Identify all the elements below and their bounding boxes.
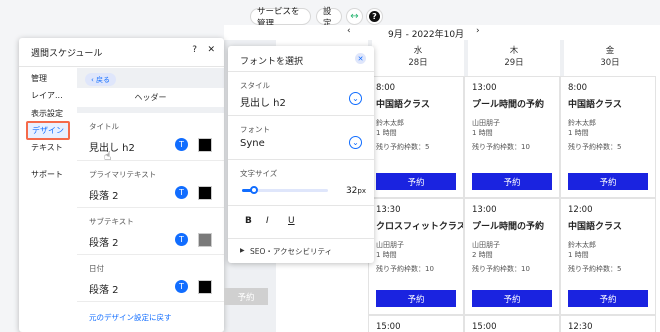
chevron-down-icon[interactable]: ⌄ bbox=[349, 136, 362, 149]
title-font-row[interactable]: タイトル 見出し h2 T ☝ bbox=[77, 113, 224, 163]
color-swatch[interactable] bbox=[198, 186, 212, 200]
design-settings: ‹ 戻る ヘッダー タイトル 見出し h2 T ☝ プライマリテキスト 段落 2… bbox=[77, 68, 224, 332]
style-select[interactable]: 見出し h2 bbox=[240, 94, 286, 109]
font-picker-panel: フォントを選択 ✕ スタイル 見出し h2 ⌄ フォント Syne ⌄ 文字サイ… bbox=[228, 46, 374, 263]
panel-title: 週間スケジュール bbox=[31, 49, 103, 59]
slider-handle[interactable] bbox=[250, 186, 259, 194]
event-card[interactable]: 15:00 bbox=[368, 315, 464, 332]
date-text-row[interactable]: 日付 段落 2 T bbox=[77, 254, 224, 301]
book-button[interactable]: 予約 bbox=[568, 290, 648, 307]
underline-button[interactable]: U bbox=[288, 216, 295, 226]
event-card[interactable]: 12:00 中国語クラス 鈴木太郎 1 時間 残り予約枠数：5 予約 bbox=[560, 198, 656, 315]
close-icon[interactable]: ✕ bbox=[355, 53, 366, 64]
prev-week-icon[interactable]: ‹ bbox=[347, 26, 351, 36]
weekly-schedule-settings-panel: 週間スケジュール ? ✕ 管理 レイア... 表示設定 デザイン テキスト サポ… bbox=[19, 38, 224, 332]
event-card[interactable]: 12:30 bbox=[560, 315, 656, 332]
event-card[interactable]: 8:00 中国語クラス 鈴木太郎 1 時間 残り予約枠数：5 予約 bbox=[560, 76, 656, 198]
day-header-thu: 木 29日 bbox=[504, 46, 524, 68]
nav-item-design[interactable]: デザイン bbox=[26, 121, 70, 140]
restore-defaults-link[interactable]: 元のデザイン設定に戻す bbox=[89, 312, 172, 323]
text-style-icon[interactable]: T bbox=[175, 233, 188, 246]
section-header: ヘッダー bbox=[77, 88, 224, 107]
book-button[interactable]: 予約 bbox=[568, 173, 648, 190]
day-header-fri: 金 30日 bbox=[600, 46, 620, 68]
month-label: 9月 - 2022年10月 bbox=[388, 30, 465, 40]
chevron-down-icon[interactable]: ⌄ bbox=[349, 92, 362, 105]
text-style-icon[interactable]: T bbox=[175, 280, 188, 293]
book-button[interactable]: 予約 bbox=[376, 290, 456, 307]
book-button-ghost: 予約 bbox=[224, 288, 268, 305]
italic-button[interactable]: I bbox=[266, 216, 269, 226]
sub-text-row[interactable]: サブテキスト 段落 2 T bbox=[77, 207, 224, 254]
color-swatch[interactable] bbox=[198, 280, 212, 294]
month-nav: ‹ 9月 - 2022年10月 › bbox=[224, 26, 660, 40]
nav-item-manage[interactable]: 管理 bbox=[31, 73, 47, 84]
font-picker-title: フォントを選択 bbox=[240, 57, 304, 67]
back-button[interactable]: ‹ 戻る bbox=[85, 73, 117, 86]
nav-item-display[interactable]: 表示設定 bbox=[31, 108, 63, 119]
help-icon: ? bbox=[369, 11, 380, 22]
event-card[interactable]: 8:00 中国語クラス 鈴木太郎 1 時間 残り予約枠数：5 予約 bbox=[368, 76, 464, 198]
book-button[interactable]: 予約 bbox=[472, 290, 552, 307]
help-button[interactable]: ? bbox=[366, 8, 383, 25]
font-select[interactable]: Syne bbox=[240, 138, 265, 149]
settings-button[interactable]: 設定 bbox=[316, 7, 342, 29]
color-swatch[interactable] bbox=[198, 233, 212, 247]
book-button[interactable]: 予約 bbox=[376, 173, 456, 190]
close-icon[interactable]: ✕ bbox=[207, 45, 215, 55]
bold-button[interactable]: B bbox=[245, 216, 252, 226]
color-swatch[interactable] bbox=[198, 138, 212, 152]
restore-row: 元のデザイン設定に戻す bbox=[77, 301, 224, 332]
next-week-icon[interactable]: › bbox=[476, 26, 480, 36]
expand-arrow-icon[interactable]: ▶ bbox=[240, 247, 245, 254]
stretch-icon[interactable]: ↔ bbox=[346, 8, 363, 25]
nav-item-support[interactable]: サポート bbox=[31, 169, 63, 180]
primary-text-row[interactable]: プライマリテキスト 段落 2 T bbox=[77, 160, 224, 207]
settings-nav: 管理 レイア... 表示設定 デザイン テキスト サポート bbox=[19, 68, 77, 332]
font-size-slider[interactable] bbox=[242, 186, 328, 194]
seo-accessibility-toggle[interactable]: SEO・アクセシビリティ bbox=[250, 246, 332, 257]
event-card[interactable]: 13:00 プール時間の予約 山田朋子 2 時間 残り予約枠数：10 予約 bbox=[464, 198, 560, 315]
event-card[interactable]: 13:30 クロスフィットクラス 山田朋子 1 時間 残り予約枠数：10 予約 bbox=[368, 198, 464, 315]
text-style-icon[interactable]: T bbox=[175, 138, 188, 151]
day-header-wed: 水 28日 bbox=[408, 46, 428, 68]
nav-item-layout[interactable]: レイア... bbox=[31, 90, 63, 101]
font-size-value[interactable]: 32px bbox=[346, 186, 366, 196]
text-style-icon[interactable]: T bbox=[175, 186, 188, 199]
event-card[interactable]: 13:00 プール時間の予約 山田朋子 1 時間 残り予約枠数：10 予約 bbox=[464, 76, 560, 198]
help-icon[interactable]: ? bbox=[192, 45, 197, 55]
manage-services-button[interactable]: サービスを管理 bbox=[250, 7, 311, 29]
event-card[interactable]: 15:00 bbox=[464, 315, 560, 332]
book-button[interactable]: 予約 bbox=[472, 173, 552, 190]
nav-item-text[interactable]: テキスト bbox=[31, 142, 63, 153]
